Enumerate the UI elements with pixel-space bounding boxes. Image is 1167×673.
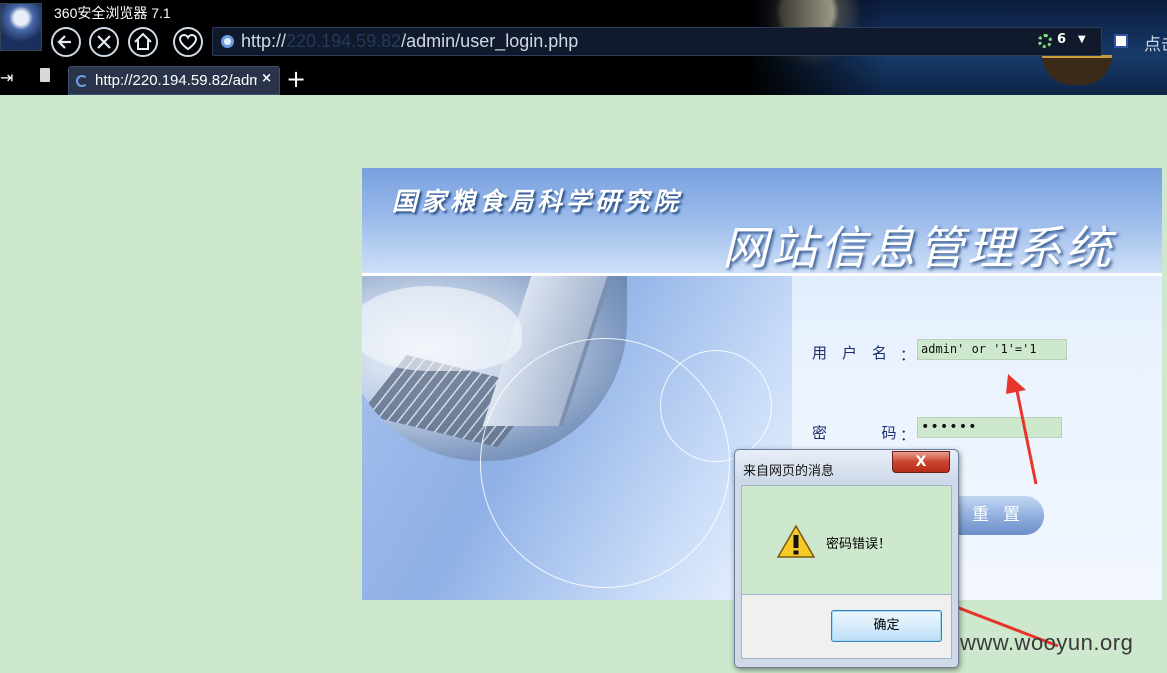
loading-spinner-icon bbox=[76, 75, 88, 87]
address-bar[interactable]: http://220.194.59.82/admin/user_login.ph… bbox=[212, 27, 1102, 56]
home-button[interactable] bbox=[128, 27, 158, 57]
url-path: /admin/user_login.php bbox=[401, 31, 579, 51]
dialog-close-button[interactable]: X bbox=[892, 451, 950, 473]
warning-icon bbox=[776, 524, 816, 558]
favorites-button[interactable] bbox=[173, 27, 203, 57]
home-icon bbox=[134, 32, 152, 50]
tab-current[interactable]: http://220.194.59.82/admin/user_login.ph… bbox=[68, 66, 280, 95]
extension-icon[interactable] bbox=[1114, 34, 1128, 48]
skin-boat-decoration bbox=[1042, 55, 1112, 85]
password-colon: ： bbox=[900, 426, 916, 444]
username-input[interactable]: admin' or '1'='1 bbox=[917, 339, 1067, 360]
url-scheme: http:// bbox=[241, 31, 287, 51]
password-input[interactable]: •••••• bbox=[917, 417, 1062, 438]
login-banner: 国家粮食局科学研究院 网站信息管理系统 bbox=[362, 168, 1162, 276]
dialog-titlebar[interactable]: 来自网页的消息 X bbox=[735, 450, 958, 483]
browser-app-icon bbox=[0, 3, 42, 51]
sidebar-toggle-icon[interactable]: ⇥ bbox=[0, 68, 13, 87]
decorative-ring bbox=[660, 350, 772, 462]
back-arrow-icon bbox=[57, 35, 71, 49]
dialog-title: 来自网页的消息 bbox=[743, 464, 835, 479]
dialog-body: 密码错误！ bbox=[741, 485, 952, 595]
site-info-icon[interactable] bbox=[221, 35, 234, 48]
reset-button[interactable]: 重置 bbox=[950, 496, 1044, 535]
browser-chrome: 360安全浏览器 7.1 http://220.194.59.82/admin/… bbox=[0, 0, 1167, 95]
dialog-message: 密码错误！ bbox=[826, 537, 892, 552]
stop-button[interactable] bbox=[89, 27, 119, 57]
speed-indicator-icon[interactable] bbox=[1038, 34, 1052, 48]
back-button[interactable] bbox=[51, 27, 81, 57]
ok-button[interactable]: 确定 bbox=[831, 610, 942, 642]
chevron-down-icon[interactable]: ▼ bbox=[1078, 34, 1086, 45]
alert-dialog: 来自网页的消息 X 密码错误！ 确定 bbox=[734, 449, 959, 668]
document-icon[interactable] bbox=[40, 68, 50, 82]
browser-app-title: 360安全浏览器 7.1 bbox=[54, 5, 171, 21]
address-url[interactable]: http://220.194.59.82/admin/user_login.ph… bbox=[241, 31, 578, 52]
tab-close-button[interactable]: × bbox=[261, 71, 272, 86]
dialog-footer: 确定 bbox=[741, 595, 952, 659]
close-icon bbox=[97, 35, 111, 49]
username-label: 用户名 bbox=[812, 344, 903, 362]
tab-title: http://220.194.59.82/admin/user_login.ph… bbox=[95, 72, 257, 89]
watermark: www.wooyun.org bbox=[960, 630, 1134, 655]
heart-icon bbox=[178, 33, 198, 51]
hands-graphic bbox=[362, 286, 522, 371]
toolbar-text[interactable]: 点击 bbox=[1144, 30, 1167, 55]
speed-indicator-value: 6 bbox=[1057, 32, 1067, 47]
password-label: 密 码 bbox=[812, 424, 912, 442]
new-tab-button[interactable]: + bbox=[286, 65, 306, 93]
url-host: 220.194.59.82 bbox=[286, 31, 402, 51]
username-colon: ： bbox=[900, 346, 916, 364]
system-title: 网站信息管理系统 bbox=[722, 221, 1114, 275]
institute-name: 国家粮食局科学研究院 bbox=[392, 187, 683, 216]
